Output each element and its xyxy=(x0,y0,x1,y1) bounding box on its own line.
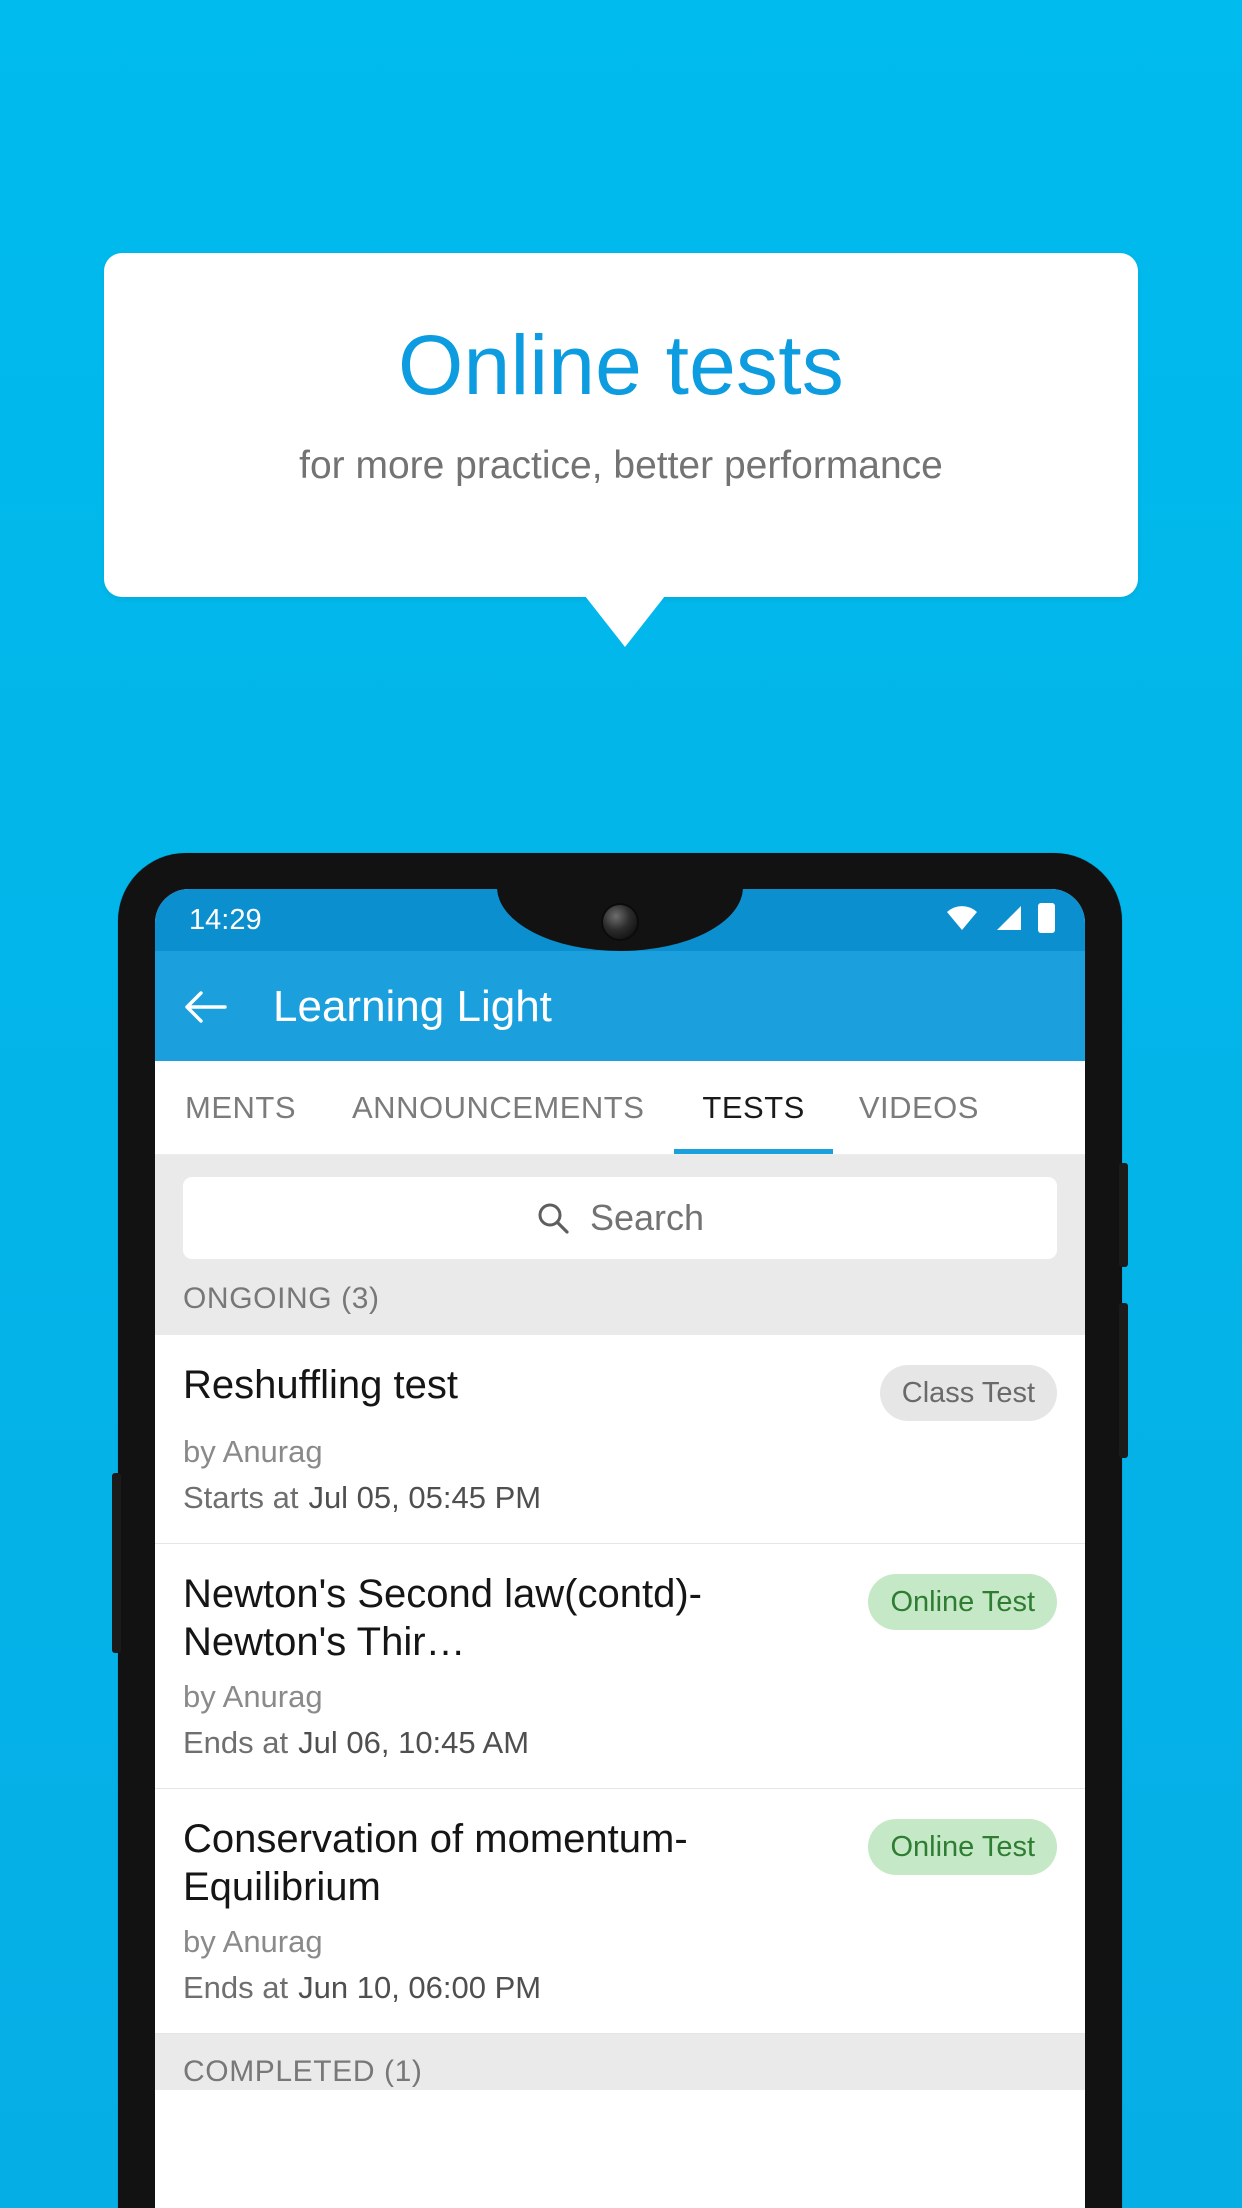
schedule-value: Jul 05, 05:45 PM xyxy=(308,1480,542,1515)
test-schedule: Ends at Jun 10, 06:00 PM xyxy=(183,1969,1057,2007)
table-row[interactable]: Conservation of momentum-Equilibrium Onl… xyxy=(155,1789,1085,2034)
tab-label: TESTS xyxy=(702,1089,805,1125)
tab-tests[interactable]: TESTS xyxy=(674,1061,834,1154)
table-row[interactable]: Reshuffling test Class Test by Anurag St… xyxy=(155,1335,1085,1544)
row-header: Newton's Second law(contd)-Newton's Thir… xyxy=(183,1570,1057,1666)
test-schedule: Starts at Jul 05, 05:45 PM xyxy=(183,1479,1057,1517)
schedule-value: Jul 06, 10:45 AM xyxy=(298,1725,530,1760)
row-header: Reshuffling test Class Test xyxy=(183,1361,1057,1421)
status-bar: 14:29 xyxy=(155,889,1085,951)
promo-subtitle: for more practice, better performance xyxy=(299,444,943,487)
back-arrow-icon[interactable] xyxy=(181,983,229,1031)
search-input[interactable]: Search xyxy=(183,1177,1057,1259)
test-author: by Anurag xyxy=(183,1924,323,1959)
search-icon xyxy=(538,1203,569,1234)
tab-bar: MENTS ANNOUNCEMENTS TESTS VIDEOS xyxy=(155,1061,1085,1155)
status-badge: Class Test xyxy=(879,1365,1057,1421)
phone-volume-button xyxy=(1119,1303,1128,1458)
schedule-value: Jun 10, 06:00 PM xyxy=(298,1970,542,2005)
tab-label: VIDEOS xyxy=(858,1089,979,1125)
tab-label: ANNOUNCEMENTS xyxy=(352,1089,645,1125)
status-time: 14:29 xyxy=(189,904,262,936)
section-header-completed: COMPLETED (1) xyxy=(155,2034,1085,2090)
tab-videos[interactable]: VIDEOS xyxy=(833,1061,1007,1154)
search-zone: Search xyxy=(155,1155,1085,1281)
schedule-label: Starts at xyxy=(183,1480,299,1515)
test-author: by Anurag xyxy=(183,1679,323,1714)
search-placeholder: Search xyxy=(589,1197,705,1238)
test-author: by Anurag xyxy=(183,1434,323,1469)
promo-screenshot: Online tests for more practice, better p… xyxy=(0,0,1242,2208)
test-title: Conservation of momentum-Equilibrium xyxy=(183,1817,688,1909)
test-title: Newton's Second law(contd)-Newton's Thir… xyxy=(183,1572,702,1664)
tab-label: MENTS xyxy=(185,1089,296,1125)
schedule-label: Ends at xyxy=(183,1725,289,1760)
schedule-label: Ends at xyxy=(183,1970,289,2005)
wifi-icon xyxy=(947,906,977,930)
promo-callout-card: Online tests for more practice, better p… xyxy=(104,253,1138,597)
row-header: Conservation of momentum-Equilibrium Onl… xyxy=(183,1815,1057,1911)
promo-title: Online tests xyxy=(398,318,844,412)
app-bar: Learning Light xyxy=(155,951,1085,1061)
status-badge: Online Test xyxy=(868,1574,1057,1630)
phone-screen: 14:29 Learning Light MENTS ANNOUNCEMENTS… xyxy=(155,889,1085,2208)
phone-side-button xyxy=(112,1473,121,1653)
phone-mockup: 14:29 Learning Light MENTS ANNOUNCEMENTS… xyxy=(112,853,1128,2208)
battery-icon xyxy=(1038,903,1055,933)
tab-assignments[interactable]: MENTS xyxy=(155,1061,324,1154)
test-schedule: Ends at Jul 06, 10:45 AM xyxy=(183,1724,1057,1762)
status-badge: Online Test xyxy=(868,1819,1057,1875)
promo-callout-tail xyxy=(585,596,665,647)
section-header-ongoing: ONGOING (3) xyxy=(155,1281,1085,1335)
signal-icon xyxy=(997,906,1021,930)
table-row[interactable]: Newton's Second law(contd)-Newton's Thir… xyxy=(155,1544,1085,1789)
tab-announcements[interactable]: ANNOUNCEMENTS xyxy=(324,1061,674,1154)
test-title: Reshuffling test xyxy=(183,1363,458,1407)
phone-power-button xyxy=(1119,1163,1128,1267)
front-camera xyxy=(603,905,637,939)
status-icons xyxy=(946,903,1055,933)
app-bar-title: Learning Light xyxy=(273,982,552,1031)
